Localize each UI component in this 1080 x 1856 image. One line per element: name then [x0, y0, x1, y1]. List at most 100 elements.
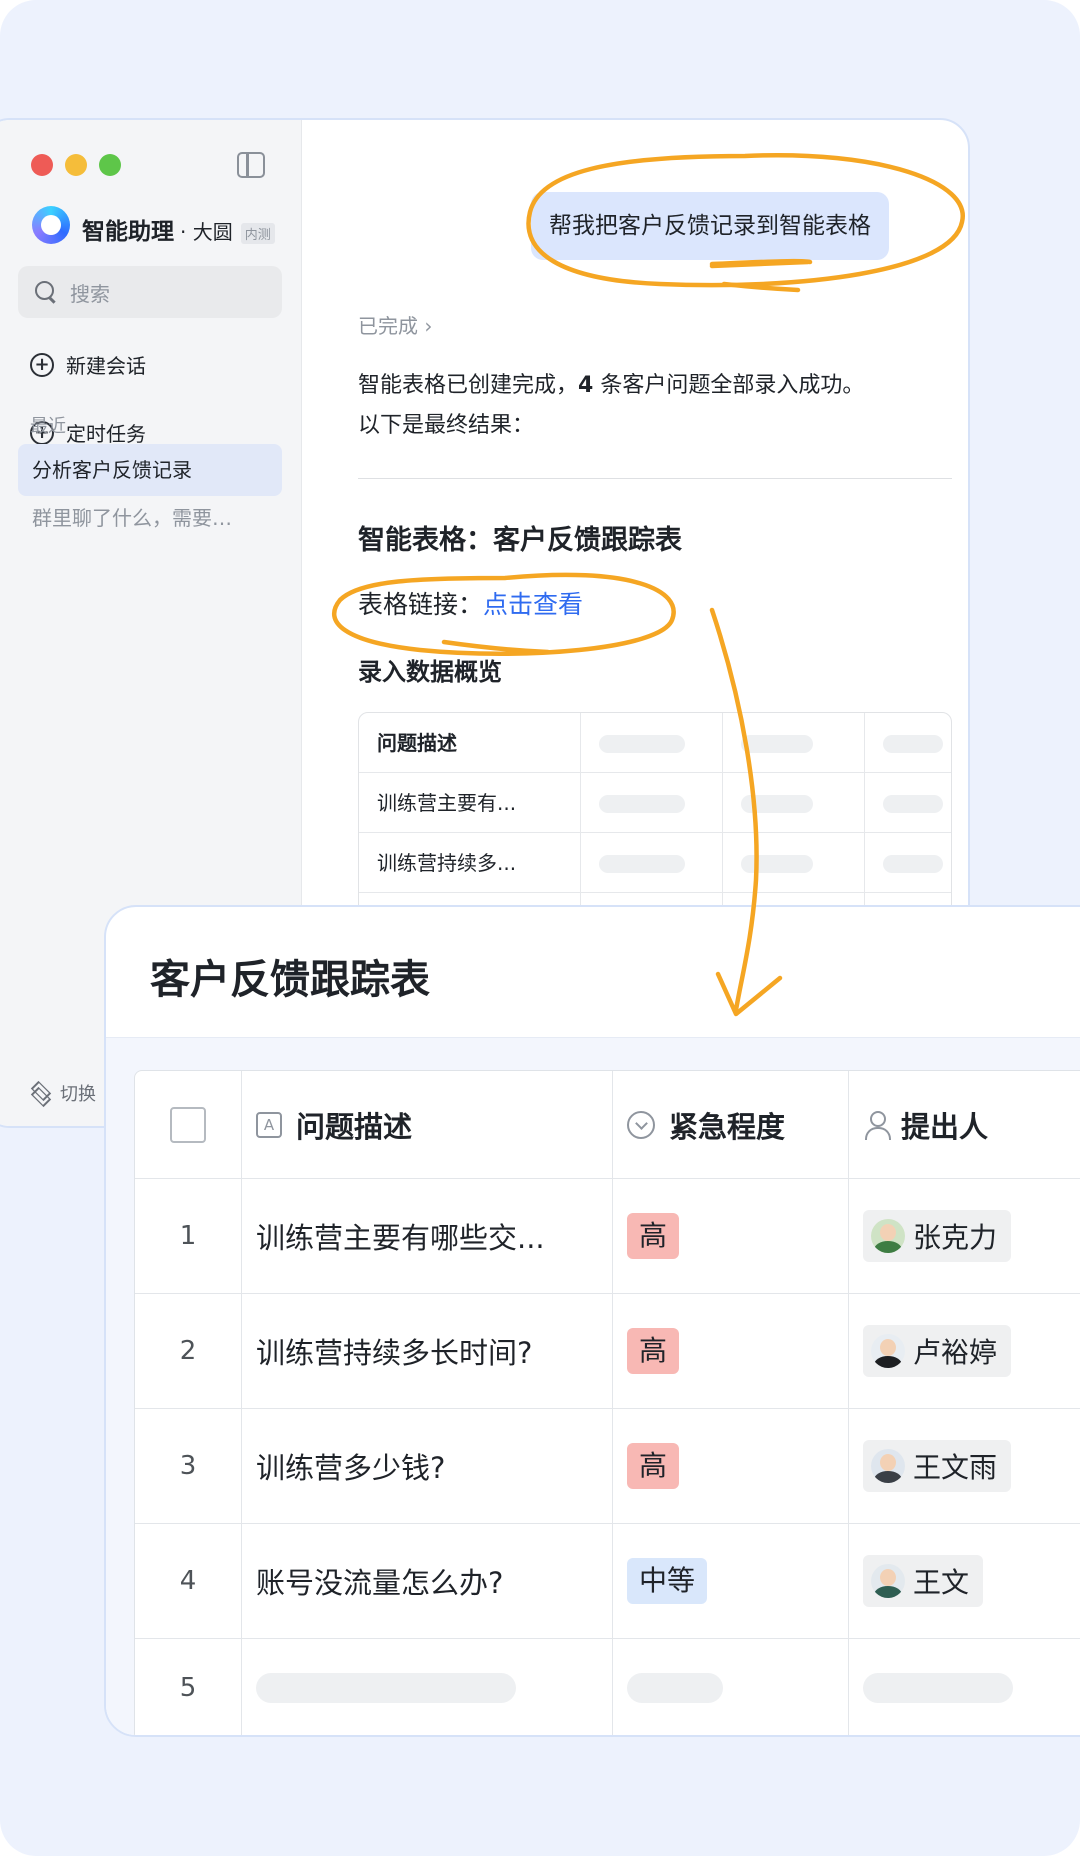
search-placeholder: 搜索 [70, 281, 110, 306]
urgency-cell-placeholder[interactable] [613, 1639, 849, 1735]
table-cell: 训练营持续多... [359, 833, 581, 892]
column-header-desc[interactable]: A 问题描述 [242, 1071, 613, 1178]
urgency-cell[interactable]: 高 [613, 1294, 849, 1408]
single-select-icon [627, 1110, 655, 1139]
assistant-answer: 智能表格已创建完成，4 条客户问题全部录入成功。 以下是最终结果： [358, 366, 958, 446]
table-row: 问题描述 [359, 713, 951, 773]
user-message-bubble: 帮我把客户反馈记录到智能表格 [531, 192, 889, 260]
column-header-label: 提出人 [901, 1109, 989, 1144]
desc-cell[interactable]: 训练营持续多长时间? [242, 1294, 613, 1408]
placeholder-cell [865, 833, 951, 892]
app-brand: 智能助理 · 大圆 内测 [82, 212, 275, 246]
person-chip: 张克力 [863, 1210, 1012, 1262]
answer-text: 以下是最终结果： [358, 413, 535, 438]
search-input[interactable]: 搜索 [18, 266, 282, 318]
row-number: 3 [135, 1409, 242, 1523]
row-number: 5 [135, 1639, 242, 1735]
desc-cell[interactable]: 训练营主要有哪些交... [242, 1179, 613, 1293]
switch-label: 切换 [60, 1084, 96, 1105]
feedback-grid: A 问题描述 紧急程度 提出人 1 训练营主要有哪些交... 高 张克力 2 训… [134, 1070, 1080, 1735]
answer-text: 智能表格已创建完成， [358, 373, 579, 398]
placeholder-cell [865, 773, 951, 832]
row-number: 2 [135, 1294, 242, 1408]
search-icon [34, 280, 58, 304]
switch-button[interactable]: 切换 [28, 1080, 96, 1106]
select-all-checkbox[interactable] [170, 1106, 206, 1143]
grid-header-row: A 问题描述 紧急程度 提出人 [135, 1071, 1080, 1179]
layers-icon [28, 1081, 52, 1105]
answer-count: 4 [578, 373, 594, 398]
urgency-cell[interactable]: 中等 [613, 1524, 849, 1638]
table-row-empty[interactable]: 5 [135, 1639, 1080, 1735]
placeholder-cell [723, 773, 865, 832]
column-header-urgency[interactable]: 紧急程度 [613, 1071, 849, 1178]
owner-cell[interactable]: 张克力 [849, 1179, 1080, 1293]
avatar [871, 1219, 905, 1253]
sheet-title: 客户反馈跟踪表 [150, 957, 430, 1003]
placeholder-cell [581, 773, 723, 832]
recent-item[interactable]: 群里聊了什么，需要… [32, 502, 232, 531]
sheet-heading: 智能表格：客户反馈跟踪表 [358, 525, 682, 556]
person-chip: 卢裕婷 [863, 1325, 1012, 1377]
table-row: 训练营主要有... [359, 773, 951, 833]
urgency-tag-high: 高 [627, 1327, 680, 1375]
text-field-icon: A [256, 1111, 282, 1138]
column-header-label: 问题描述 [296, 1109, 413, 1144]
placeholder-cell [581, 833, 723, 892]
completed-status-toggle[interactable]: 已完成 › [358, 310, 432, 339]
new-chat-label: 新建会话 [66, 354, 146, 378]
row-number: 4 [135, 1524, 242, 1638]
placeholder-cell [723, 713, 865, 772]
sheet-body: A 问题描述 紧急程度 提出人 1 训练营主要有哪些交... 高 张克力 2 训… [106, 1037, 1080, 1735]
urgency-cell[interactable]: 高 [613, 1179, 849, 1293]
feedback-sheet-card: 客户反馈跟踪表 A 问题描述 紧急程度 提出人 1 训练营主要有哪些交... 高… [104, 905, 1080, 1737]
table-row[interactable]: 3 训练营多少钱? 高 王文雨 [135, 1409, 1080, 1524]
divider [358, 478, 952, 479]
app-name: 智能助理 [82, 219, 174, 245]
person-name: 张克力 [913, 1221, 998, 1254]
person-name: 卢裕婷 [913, 1336, 998, 1369]
table-row[interactable]: 2 训练营持续多长时间? 高 卢裕婷 [135, 1294, 1080, 1409]
minimize-window-button[interactable] [65, 154, 87, 176]
avatar [871, 1449, 905, 1483]
person-icon [863, 1110, 891, 1140]
table-cell: 训练营主要有... [359, 773, 581, 832]
sheet-link[interactable]: 点击查看 [483, 590, 583, 619]
maximize-window-button[interactable] [99, 154, 121, 176]
owner-cell[interactable]: 卢裕婷 [849, 1294, 1080, 1408]
placeholder-cell [723, 833, 865, 892]
column-header-label: 紧急程度 [669, 1109, 786, 1144]
sidebar-toggle-icon[interactable] [237, 152, 265, 178]
table-header-cell: 问题描述 [359, 713, 581, 772]
select-all-cell [135, 1071, 242, 1178]
person-chip: 王文 [863, 1555, 984, 1607]
desc-cell-placeholder[interactable] [242, 1639, 613, 1735]
avatar [871, 1564, 905, 1598]
table-row[interactable]: 1 训练营主要有哪些交... 高 张克力 [135, 1179, 1080, 1294]
avatar [871, 1334, 905, 1368]
beta-badge: 内测 [240, 223, 275, 244]
recent-item-active[interactable]: 分析客户反馈记录 [18, 444, 282, 496]
scheduled-task-label: 定时任务 [66, 422, 146, 446]
assistant-logo-icon [32, 206, 70, 244]
close-window-button[interactable] [31, 154, 53, 176]
sheet-link-label: 表格链接： [358, 590, 484, 619]
new-chat-button[interactable]: + 新建会话 [30, 350, 146, 379]
owner-cell-placeholder[interactable] [849, 1639, 1080, 1735]
owner-cell[interactable]: 王文雨 [849, 1409, 1080, 1523]
person-chip: 王文雨 [863, 1440, 1012, 1492]
sheet-link-line: 表格链接：点击查看 [358, 585, 583, 621]
urgency-tag-medium: 中等 [627, 1557, 708, 1605]
answer-text: 条客户问题全部录入成功。 [593, 373, 865, 398]
column-header-owner[interactable]: 提出人 [849, 1071, 1080, 1178]
desc-cell[interactable]: 训练营多少钱? [242, 1409, 613, 1523]
plus-circle-icon: + [30, 352, 54, 377]
table-row: 训练营持续多... [359, 833, 951, 893]
placeholder-cell [865, 713, 951, 772]
owner-cell[interactable]: 王文 [849, 1524, 1080, 1638]
overview-heading: 录入数据概览 [358, 658, 502, 686]
desc-cell[interactable]: 账号没流量怎么办? [242, 1524, 613, 1638]
urgency-cell[interactable]: 高 [613, 1409, 849, 1523]
row-number: 1 [135, 1179, 242, 1293]
table-row[interactable]: 4 账号没流量怎么办? 中等 王文 [135, 1524, 1080, 1639]
